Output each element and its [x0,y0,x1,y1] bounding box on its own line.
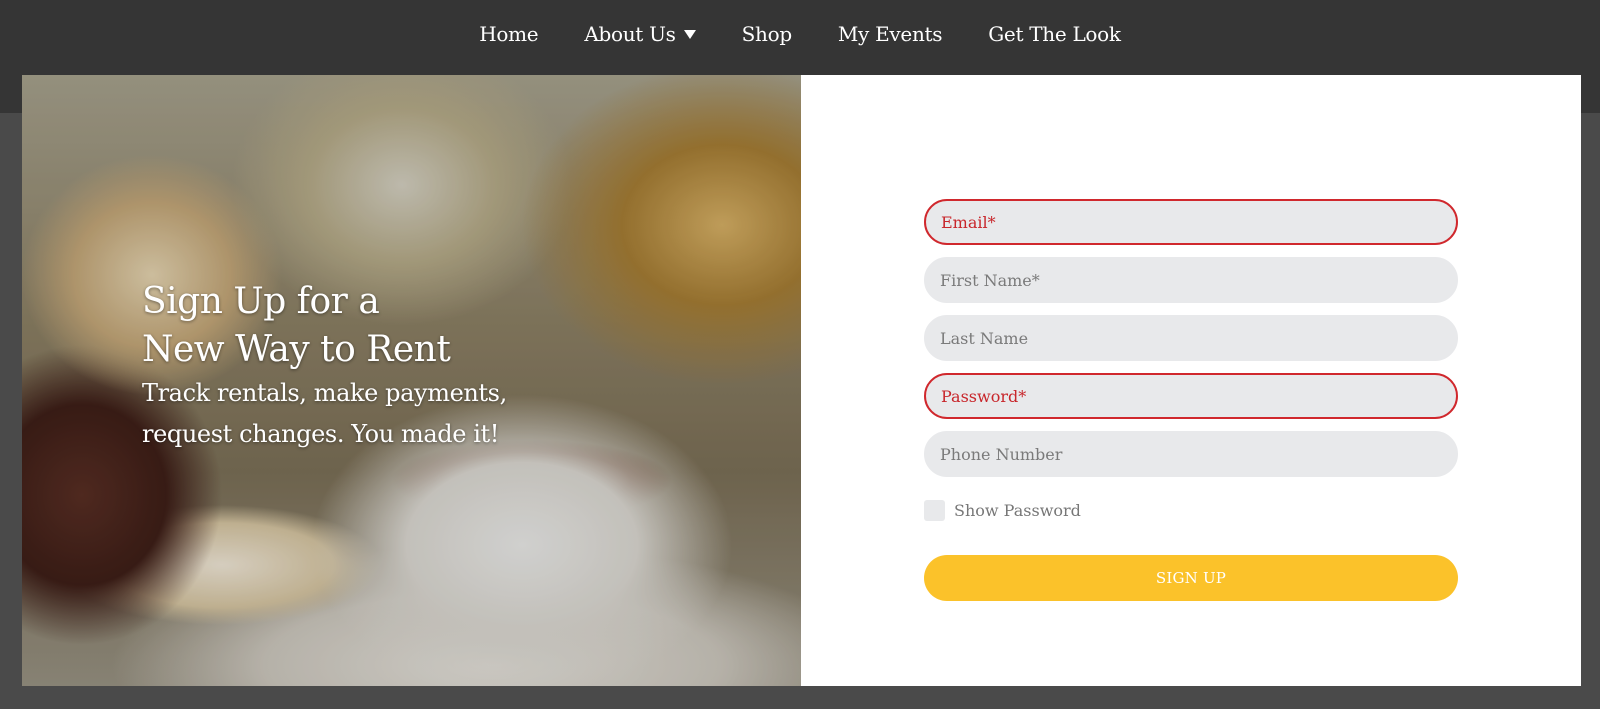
email-field[interactable] [924,199,1458,245]
nav-item-label: Home [479,22,539,46]
hero-title: Sign Up for a New Way to Rent [142,281,451,370]
nav-item-label: About Us [584,22,676,46]
nav-item-home[interactable]: Home [479,22,538,46]
nav-item-get-the-look[interactable]: Get The Look [988,22,1121,46]
nav-menu: Home About Us Shop My Events Get The Loo… [0,22,1600,46]
first-name-field[interactable] [924,257,1458,303]
nav-item-label: My Events [837,22,943,46]
hero-image: Sign Up for a New Way to Rent Track rent… [22,75,801,686]
show-password-label: Show Password [954,501,1081,520]
nav-item-about-us[interactable]: About Us [584,22,696,46]
nav-item-my-events[interactable]: My Events [837,22,943,46]
password-field[interactable] [924,373,1458,419]
show-password-checkbox[interactable] [924,500,945,521]
phone-number-field[interactable] [924,431,1458,477]
nav-item-shop[interactable]: Shop [741,22,793,46]
nav-item-label: Shop [741,22,793,46]
caret-down-icon [683,30,696,39]
sign-up-button[interactable]: SIGN UP [924,555,1458,601]
last-name-field[interactable] [924,315,1458,361]
hero-subtitle: Track rentals, make payments, request ch… [142,379,507,448]
signup-card: Sign Up for a New Way to Rent Track rent… [22,75,1581,686]
nav-item-label: Get The Look [988,22,1121,46]
show-password-toggle[interactable]: Show Password [924,500,1081,521]
